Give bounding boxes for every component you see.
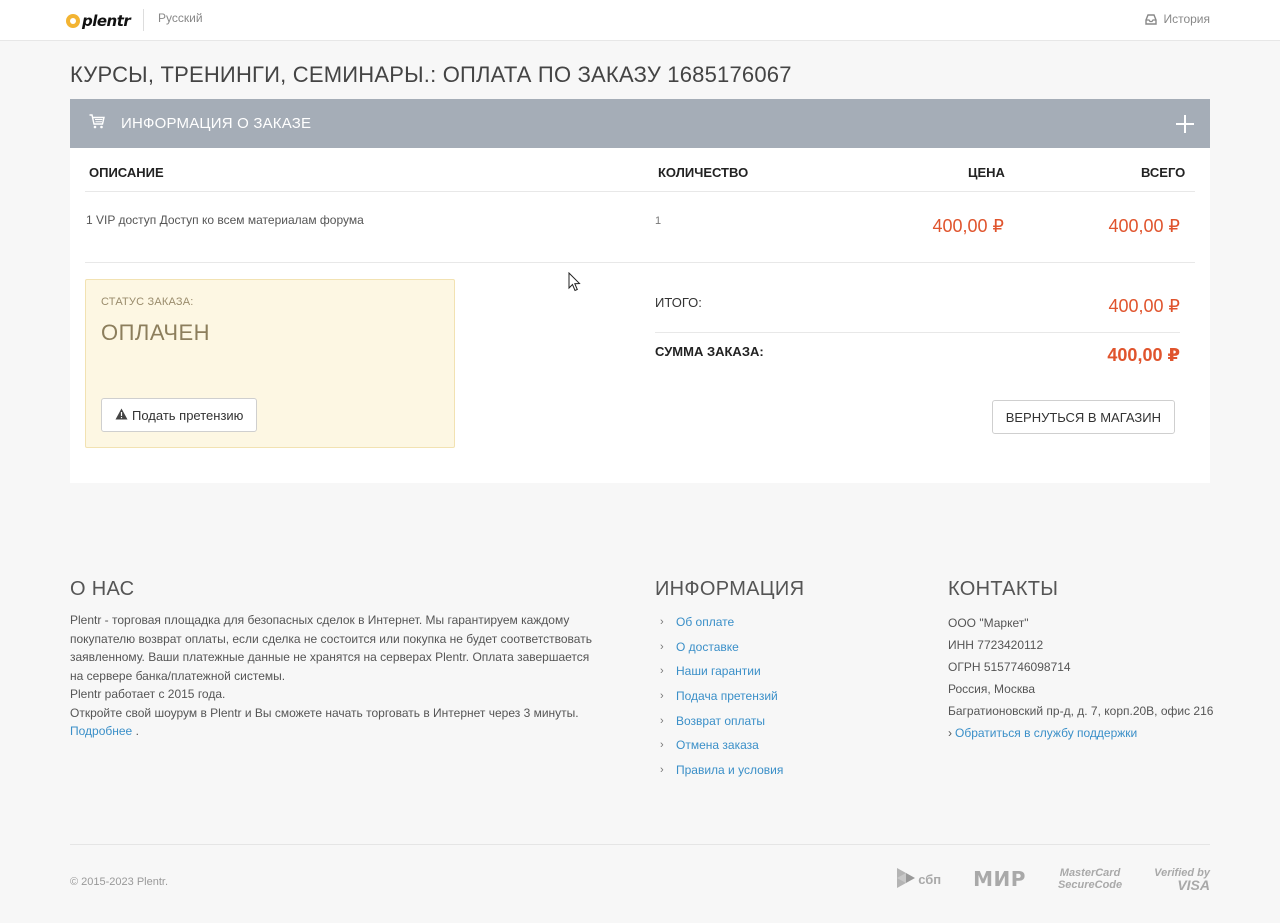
support-link[interactable]: › Обратиться в службу поддержки [948,722,1213,744]
info-links: › Об оплате › О доставке › Наши гарантии › П… [660,610,783,782]
order-panel-header[interactable]: ИНФОРМАЦИЯ О ЗАКАЗЕ [70,99,1210,148]
visa-logo-text: VISA [1177,877,1210,893]
item-description: 1 VIP доступ Доступ ко всем материалам ф… [86,213,364,227]
contact-company: ООО "Маркет" [948,616,1029,630]
verified-by-visa-logo: Verified by VISA [1154,867,1210,893]
contact-city: Россия, Москва [948,682,1035,696]
about-paragraph: Plentr работает с 2015 года. [70,687,226,701]
chevron-right-icon: › [660,665,664,678]
info-link-claims[interactable]: › Подача претензий [660,684,783,709]
history-label: История [1163,12,1210,26]
subtotal-value: 400,00 ₽ [1108,296,1180,316]
chevron-right-icon: › [660,714,664,727]
page-title: КУРСЫ, ТРЕНИНГИ, СЕМИНАРЫ.: ОПЛАТА ПО ЗА… [70,62,792,87]
chevron-right-icon: › [948,726,952,740]
warning-icon [115,408,128,423]
item-total: 400,00 ₽ [1108,216,1180,236]
info-link-payment[interactable]: › Об оплате [660,610,783,635]
logo-text: plentr [82,12,131,30]
top-bar: plentr Русский История [0,0,1280,41]
contact-inn: ИНН 7723420112 [948,638,1044,652]
order-total-value: 400,00 ₽ [1107,345,1180,365]
order-status-box: СТАТУС ЗАКАЗА: ОПЛАЧЕН Подать претензию [85,279,455,448]
securecode-logo-text: SecureCode [1057,879,1123,891]
column-header-price: ЦЕНА [968,165,1005,180]
mir-logo: МИР [973,867,1026,891]
column-header-total: ВСЕГО [1141,165,1186,180]
order-status-value: ОПЛАЧЕН [101,320,211,345]
footer-divider [70,844,1210,845]
mouse-cursor-icon [568,271,581,297]
contacts-block: ООО "Маркет" ИНН 7723420112 ОГРН 5157746… [948,612,1213,744]
item-price: 400,00 ₽ [932,216,1004,236]
back-to-shop-button[interactable]: ВЕРНУТЬСЯ В МАГАЗИН [991,400,1175,434]
cart-icon [89,114,105,134]
chevron-right-icon: › [660,616,664,629]
summary-divider [655,332,1180,333]
item-quantity: 1 [655,215,662,227]
contacts-heading: КОНТАКТЫ [948,578,1059,600]
language-selector[interactable]: Русский [158,11,203,25]
info-link-label: О доставке [676,639,739,654]
submit-claim-label: Подать претензию [132,407,244,423]
sbp-icon [896,867,916,892]
payment-logos: сбп МИР MasterCard SecureCode Verified b… [864,864,1210,894]
info-link-label: Об оплате [676,615,735,630]
info-link-label: Подача претензий [676,689,778,704]
submit-claim-button[interactable]: Подать претензию [101,398,258,432]
info-link-label: Отмена заказа [676,738,759,753]
column-header-description: ОПИСАНИЕ [89,165,164,180]
support-link-label: Обратиться в службу поддержки [955,726,1138,740]
history-link[interactable]: История [1145,12,1210,26]
order-total-label: СУММА ЗАКАЗА: [655,344,764,359]
header-divider [143,9,144,31]
about-paragraph: Plentr - торговая площадка для безопасны… [70,613,592,683]
info-link-refund[interactable]: › Возврат оплаты [660,708,783,733]
copyright: © 2015-2023 Plentr. [70,876,169,888]
table-divider [85,262,1195,263]
info-link-label: Правила и условия [676,762,784,777]
order-panel-title: ИНФОРМАЦИЯ О ЗАКАЗЕ [121,115,312,132]
chevron-right-icon: › [660,763,664,776]
chevron-right-icon: › [660,739,664,752]
about-more-suffix: . [132,724,139,738]
order-panel: ИНФОРМАЦИЯ О ЗАКАЗЕ ОПИСАНИЕ КОЛИЧЕСТВО … [70,99,1210,483]
about-paragraph: Откройте свой шоурум в Plentr и Вы сможе… [70,705,579,720]
inbox-icon [1145,13,1158,25]
mastercard-logo-text: MasterCard [1059,867,1121,879]
plentr-logo[interactable]: plentr [66,10,131,32]
sbp-logo: сбп [896,867,941,892]
contact-address: Багратионовский пр-д, д. 7, корп.20В, оф… [948,704,1214,718]
sbp-logo-text: сбп [918,871,942,887]
mastercard-securecode-logo: MasterCard SecureCode [1058,867,1122,891]
info-link-cancel[interactable]: › Отмена заказа [660,733,783,758]
logo-mark-icon [66,14,80,28]
table-divider [85,191,1195,192]
subtotal-label: ИТОГО: [655,295,702,310]
info-link-delivery[interactable]: › О доставке [660,635,783,660]
info-heading: ИНФОРМАЦИЯ [655,578,805,600]
column-header-quantity: КОЛИЧЕСТВО [658,165,749,180]
contact-ogrn: ОГРН 5157746098714 [948,660,1071,674]
info-link-label: Возврат оплаты [676,713,766,728]
about-heading: О НАС [70,578,135,600]
about-text: Plentr - торговая площадка для безопасны… [70,611,600,741]
chevron-right-icon: › [660,690,664,703]
chevron-right-icon: › [660,640,664,653]
info-link-terms[interactable]: › Правила и условия [660,758,783,783]
info-link-label: Наши гарантии [676,664,761,679]
info-link-guarantees[interactable]: › Наши гарантии [660,659,783,684]
about-more-link[interactable]: Подробнее [70,724,132,738]
expand-plus-icon[interactable] [1176,115,1194,133]
order-status-label: СТАТУС ЗАКАЗА: [101,296,194,308]
